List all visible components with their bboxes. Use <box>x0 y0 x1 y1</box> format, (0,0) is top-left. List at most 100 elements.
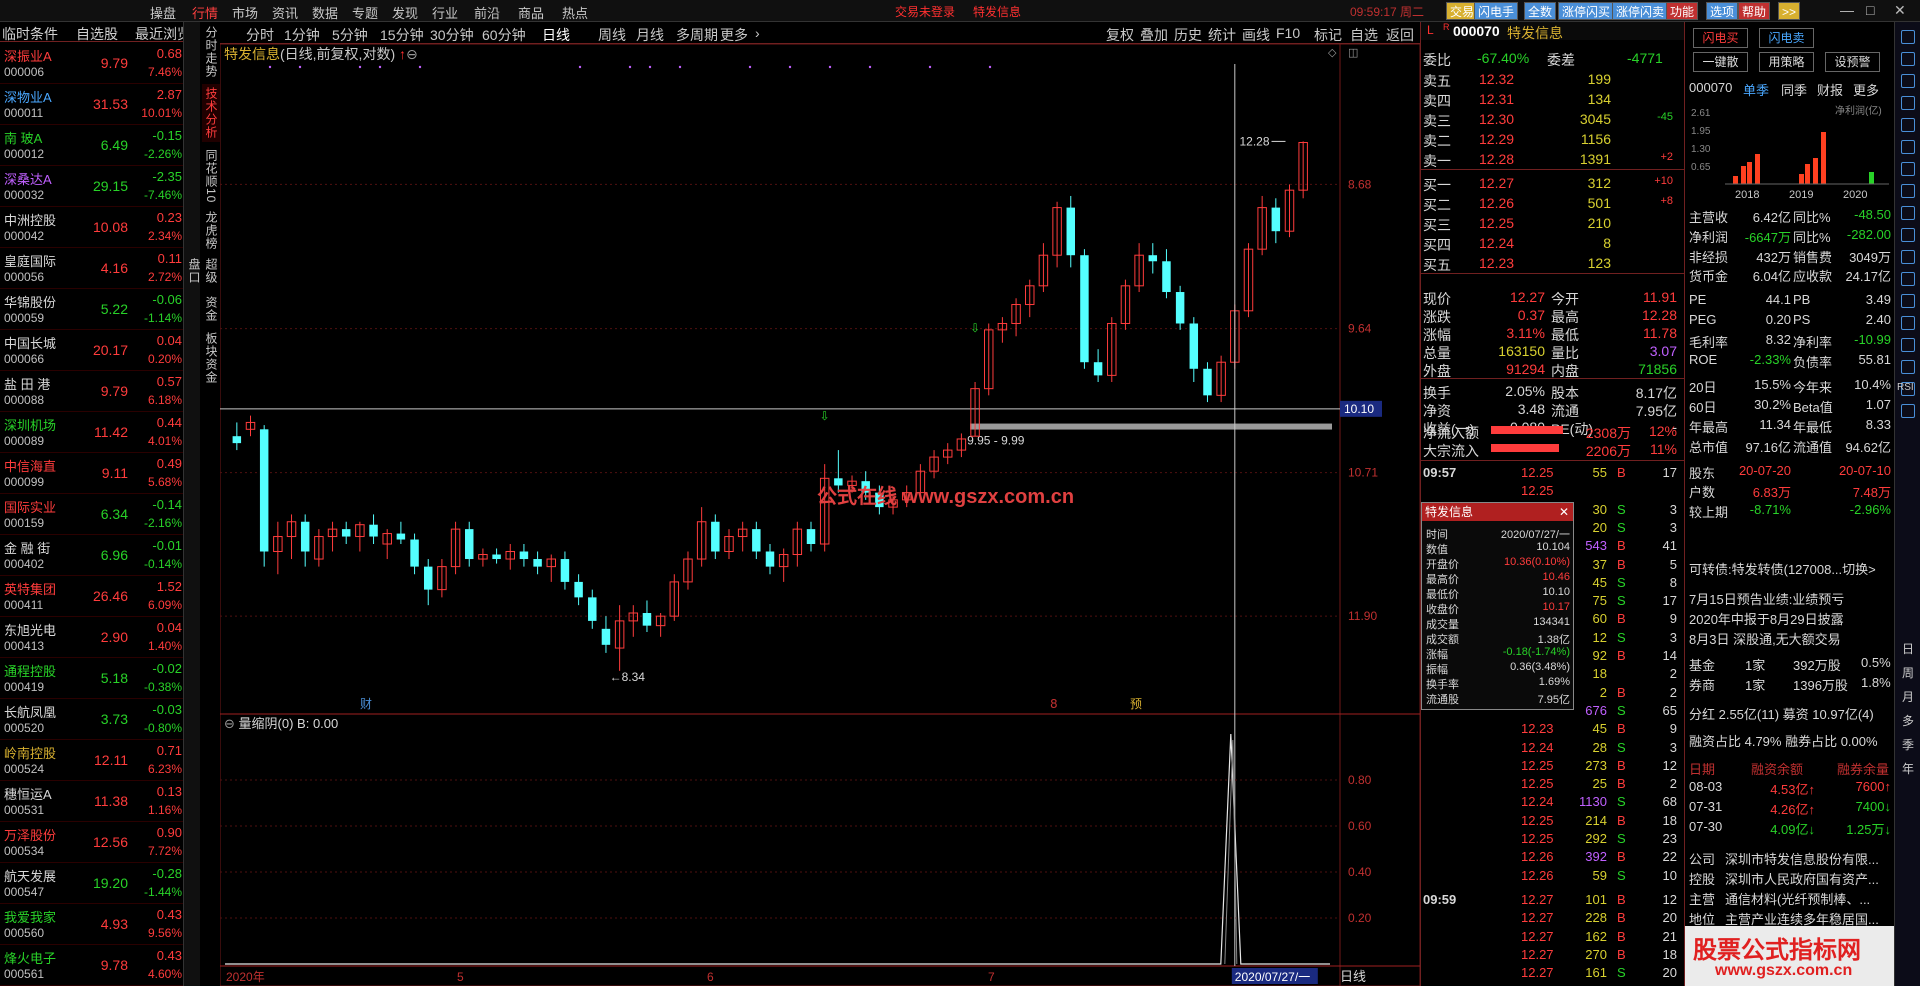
period-shortcut[interactable]: 年 <box>1902 760 1914 777</box>
tool-icon[interactable] <box>1901 338 1915 352</box>
period-shortcut[interactable]: 季 <box>1902 736 1914 753</box>
period-tab[interactable]: 多周期 <box>676 25 718 45</box>
vertical-tab[interactable]: 龙虎榜 <box>202 210 220 250</box>
stock-row[interactable]: 南 玻A 000012 6.49 -0.15 -2.26% <box>0 125 200 166</box>
top-button[interactable]: 帮助 <box>1738 2 1771 20</box>
menu-item[interactable]: 行业 <box>432 3 458 22</box>
finance-tab[interactable]: 更多 <box>1853 80 1879 99</box>
minimize-icon[interactable]: — <box>1840 2 1854 18</box>
tool-icon[interactable] <box>1901 140 1915 154</box>
tool-icon[interactable] <box>1901 404 1915 418</box>
event-marker[interactable]: 预 <box>1130 697 1142 711</box>
news-item[interactable]: 7月15日预告业绩:业绩预亏 <box>1689 588 1895 607</box>
finance-tab[interactable]: 单季 <box>1743 80 1769 99</box>
tool-icon[interactable] <box>1901 30 1915 44</box>
close-icon[interactable]: ✕ <box>1894 2 1906 19</box>
top-button[interactable]: 闪电手 <box>1474 2 1519 20</box>
stock-row[interactable]: 皇庭国际 000056 4.16 0.11 2.72% <box>0 248 200 289</box>
stock-row[interactable]: 盐 田 港 000088 9.79 0.57 6.18% <box>0 371 200 412</box>
stock-row[interactable]: 岭南控股 000524 12.11 0.71 6.23% <box>0 740 200 781</box>
period-tab[interactable]: 5分钟 <box>332 25 368 45</box>
period-tab[interactable]: 更多 <box>720 25 748 45</box>
menu-item[interactable]: 发现 <box>392 3 418 22</box>
trade-button[interactable]: 一键散 <box>1693 52 1748 72</box>
vertical-tab[interactable]: 同花顺10 <box>202 146 220 206</box>
collapse-icon[interactable]: ⊖ <box>224 716 235 731</box>
trade-button[interactable]: 闪电买 <box>1693 28 1748 48</box>
finance-tab[interactable]: 同季 <box>1781 80 1807 99</box>
chart-tool[interactable]: 自选 <box>1350 25 1378 45</box>
top-button[interactable]: 选项 <box>1706 2 1739 20</box>
tool-icon[interactable] <box>1901 360 1915 374</box>
stock-name-link[interactable]: 特发信息 <box>973 3 1021 20</box>
settings-dot-icon[interactable]: ⊖ <box>406 46 418 62</box>
order-book-row[interactable]: 卖三 12.30 3045 -45 <box>1421 110 1685 129</box>
finance-tab[interactable]: 000070 <box>1689 80 1732 95</box>
order-book-row[interactable]: 卖四 12.31 134 <box>1421 90 1685 109</box>
menu-item[interactable]: 数据 <box>312 3 338 22</box>
window-icon[interactable]: ◫ <box>1348 46 1358 59</box>
trade-button[interactable]: 用策略 <box>1759 52 1814 72</box>
order-book-row[interactable]: 卖五 12.32 199 <box>1421 70 1685 89</box>
tool-icon[interactable] <box>1901 228 1915 242</box>
tool-icon[interactable] <box>1901 74 1915 88</box>
stock-row[interactable]: 深振业A 000006 9.79 0.68 7.46% <box>0 43 200 84</box>
tab-watchlist[interactable]: 自选股 <box>76 24 118 44</box>
stock-row[interactable]: 华锦股份 000059 5.22 -0.06 -1.14% <box>0 289 200 330</box>
stock-row[interactable]: 中洲控股 000042 10.08 0.23 2.34% <box>0 207 200 248</box>
stock-row[interactable]: 东旭光电 000413 2.90 0.04 1.40% <box>0 617 200 658</box>
period-tab[interactable]: 日线 <box>542 25 570 45</box>
order-book-row[interactable]: 买一 12.27 312 +10 <box>1421 174 1685 193</box>
stock-row[interactable]: 通程控股 000419 5.18 -0.02 -0.38% <box>0 658 200 699</box>
chevron-right-icon[interactable]: › <box>755 25 760 41</box>
convertible-bond-link[interactable]: 可转债:特发转债(127008...切换> <box>1689 558 1895 577</box>
menu-item[interactable]: 专题 <box>352 3 378 22</box>
vertical-tab[interactable]: 技术分析 <box>202 84 220 142</box>
vertical-tab[interactable]: 超级盘口 <box>187 254 220 288</box>
period-tab[interactable]: 60分钟 <box>482 25 526 45</box>
tool-icon[interactable] <box>1901 118 1915 132</box>
period-tab[interactable]: 30分钟 <box>430 25 474 45</box>
menu-item[interactable]: 行情 <box>192 3 218 22</box>
chart-tool[interactable]: 叠加 <box>1140 25 1168 45</box>
chart-tool[interactable]: 复权 <box>1106 25 1134 45</box>
menu-item[interactable]: 操盘 <box>150 3 176 22</box>
order-book-row[interactable]: 买五 12.23 123 <box>1421 254 1685 273</box>
stock-row[interactable]: 我爱我家 000560 4.93 0.43 9.56% <box>0 904 200 945</box>
stock-row[interactable]: 穗恒运A 000531 11.38 0.13 1.16% <box>0 781 200 822</box>
trade-button[interactable]: 设预警 <box>1825 52 1880 72</box>
kline-chart[interactable]: 11.90 10.71 9.64 8.68 10.10 9.95 - 9.99 12.28 ←… <box>220 44 1420 986</box>
top-button[interactable]: 全数 <box>1524 2 1557 20</box>
tool-icon[interactable] <box>1901 316 1915 330</box>
vertical-tab[interactable]: 分时走势 <box>202 24 220 80</box>
stock-row[interactable]: 航天发展 000547 19.20 -0.28 -1.44% <box>0 863 200 904</box>
period-tab[interactable]: 1分钟 <box>284 25 320 45</box>
period-shortcut[interactable]: 月 <box>1902 688 1914 705</box>
diamond-icon[interactable]: ◇ <box>1328 46 1337 59</box>
period-tab[interactable]: 分时 <box>246 25 274 45</box>
order-book-row[interactable]: 卖一 12.28 1391 +2 <box>1421 150 1685 169</box>
tool-icon[interactable] <box>1901 162 1915 176</box>
chart-tool[interactable]: F10 <box>1276 25 1300 41</box>
period-shortcut[interactable]: 日 <box>1902 640 1914 657</box>
period-shortcut[interactable]: 多 <box>1902 712 1914 729</box>
stock-row[interactable]: 万泽股份 000534 12.56 0.90 7.72% <box>0 822 200 863</box>
trade-login-link[interactable]: 交易未登录 <box>895 3 955 20</box>
stock-list-scrollbar[interactable] <box>183 22 200 986</box>
tool-icon[interactable] <box>1901 272 1915 286</box>
menu-item[interactable]: 资讯 <box>272 3 298 22</box>
stock-row[interactable]: 长航凤凰 000520 3.73 -0.03 -0.80% <box>0 699 200 740</box>
trade-button[interactable]: 闪电卖 <box>1759 28 1814 48</box>
close-icon[interactable]: ✕ <box>1559 503 1569 521</box>
finance-tab[interactable]: 财报 <box>1817 80 1843 99</box>
rsi-icon[interactable]: RSI <box>1897 382 1914 393</box>
tool-icon[interactable] <box>1901 294 1915 308</box>
order-book-row[interactable]: 买四 12.24 8 <box>1421 234 1685 253</box>
vertical-tab[interactable]: 资金 <box>202 292 220 326</box>
menu-item[interactable]: 热点 <box>562 3 588 22</box>
tab-temp-condition[interactable]: 临时条件 <box>2 24 58 44</box>
menu-item[interactable]: 商品 <box>518 3 544 22</box>
period-tab[interactable]: 月线 <box>636 25 664 45</box>
order-book-row[interactable]: 卖二 12.29 1156 <box>1421 130 1685 149</box>
news-item[interactable]: 8月3日 深股通,无大额交易 <box>1689 628 1895 647</box>
